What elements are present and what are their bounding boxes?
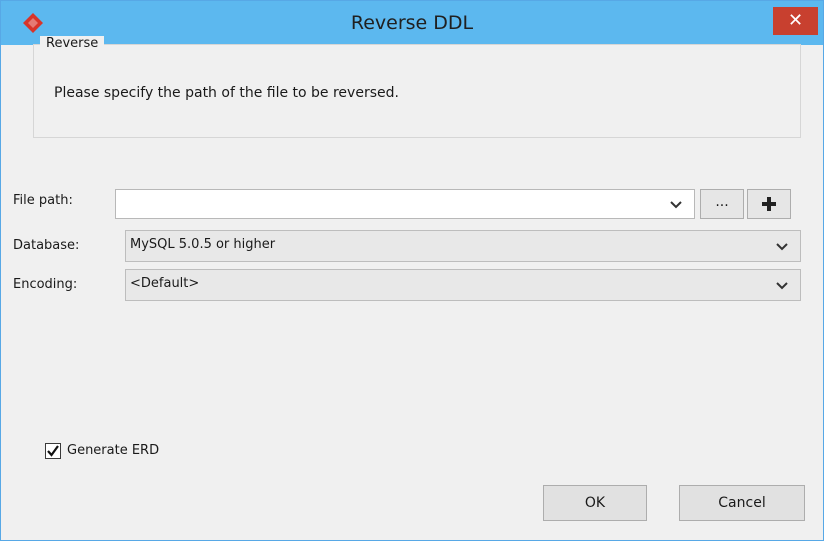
chevron-down-icon[interactable] xyxy=(670,201,682,209)
plus-icon xyxy=(762,197,776,211)
database-select[interactable]: MySQL 5.0.5 or higher xyxy=(125,230,801,262)
ok-button[interactable]: OK xyxy=(543,485,647,521)
chevron-down-icon xyxy=(776,282,788,290)
reverse-ddl-dialog: Reverse DDL ✕ Reverse Please specify the… xyxy=(0,0,824,541)
close-icon: ✕ xyxy=(787,10,804,31)
encoding-select[interactable]: <Default> xyxy=(125,269,801,301)
database-value: MySQL 5.0.5 or higher xyxy=(130,237,276,252)
groupbox-title: Reverse xyxy=(40,36,105,51)
encoding-label: Encoding: xyxy=(13,277,78,292)
title-bar[interactable]: Reverse DDL ✕ xyxy=(1,1,823,45)
reverse-groupbox: Reverse Please specify the path of the f… xyxy=(33,36,801,138)
cancel-button[interactable]: Cancel xyxy=(679,485,805,521)
generate-erd-label[interactable]: Generate ERD xyxy=(67,443,159,458)
database-label: Database: xyxy=(13,238,80,253)
generate-erd-checkbox[interactable] xyxy=(45,443,61,459)
file-path-input[interactable] xyxy=(115,189,695,219)
browse-button[interactable]: ... xyxy=(700,189,744,219)
checkmark-icon xyxy=(47,445,59,457)
instruction-text: Please specify the path of the file to b… xyxy=(54,85,399,101)
chevron-down-icon xyxy=(776,243,788,251)
file-path-label: File path: xyxy=(13,193,73,208)
window-title: Reverse DDL xyxy=(350,12,474,34)
dialog-body: Reverse Please specify the path of the f… xyxy=(11,36,815,534)
encoding-value: <Default> xyxy=(130,276,200,291)
close-button[interactable]: ✕ xyxy=(773,7,818,35)
add-button[interactable] xyxy=(747,189,791,219)
